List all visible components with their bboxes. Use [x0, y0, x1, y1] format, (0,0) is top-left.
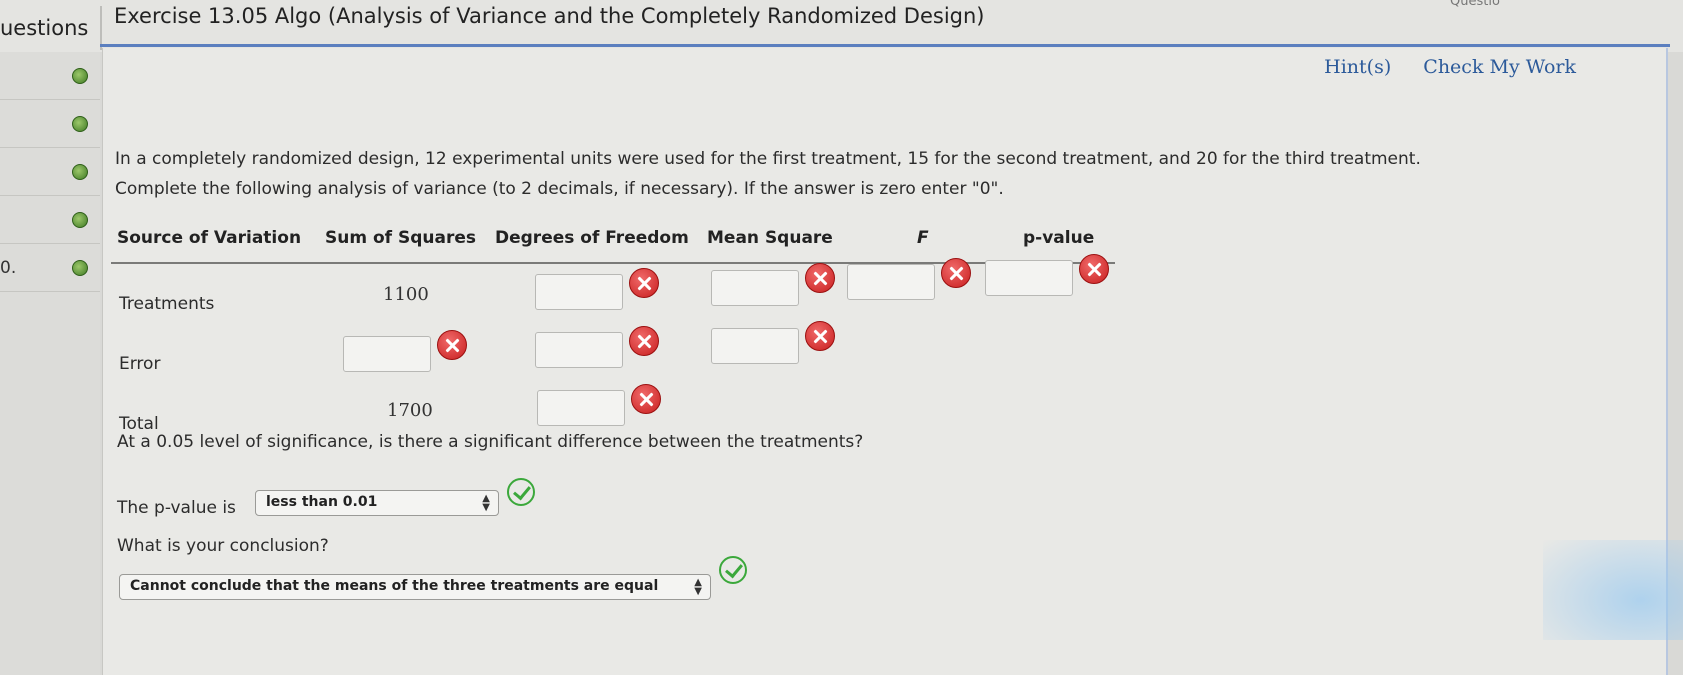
questions-tab[interactable]: uestions	[0, 16, 88, 40]
correct-icon	[719, 556, 747, 584]
complete-status-icon	[72, 260, 88, 276]
error-ms-input[interactable]	[711, 328, 799, 364]
complete-status-icon	[72, 164, 88, 180]
complete-status-icon	[72, 212, 88, 228]
row-label-error: Error	[119, 354, 161, 374]
pvalue-label: The p-value is	[117, 498, 236, 518]
sidebar-item-number: 0.	[0, 258, 17, 278]
exercise-title: Exercise 13.05 Algo (Analysis of Varianc…	[114, 4, 985, 28]
complete-status-icon	[72, 68, 88, 84]
sidebar-item-4[interactable]	[0, 196, 100, 244]
pvalue-select-value: less than 0.01	[266, 494, 378, 510]
treatments-ms-input[interactable]	[711, 270, 799, 306]
total-df-input[interactable]	[537, 390, 625, 426]
screen-glare	[1543, 540, 1683, 640]
pvalue-select[interactable]: less than 0.01 ▲ ▼	[255, 490, 499, 516]
header-f: F	[917, 228, 929, 248]
check-my-work-link[interactable]: Check My Work	[1423, 56, 1576, 78]
treatments-f-input[interactable]	[847, 264, 935, 300]
question-panel: Hint(s) Check My Work In a completely ra…	[102, 48, 1668, 675]
error-df-input[interactable]	[535, 332, 623, 368]
treatments-ss-value: 1100	[383, 284, 429, 305]
sidebar-item-1[interactable]	[0, 52, 100, 100]
incorrect-icon	[631, 384, 661, 414]
treatments-df-input[interactable]	[535, 274, 623, 310]
incorrect-icon	[629, 326, 659, 356]
header-ss: Sum of Squares	[325, 228, 476, 248]
row-label-total: Total	[119, 414, 159, 434]
sidebar-item-5[interactable]: 0.	[0, 244, 100, 292]
sidebar-item-3[interactable]	[0, 148, 100, 196]
incorrect-icon	[805, 321, 835, 351]
select-arrows-icon: ▲ ▼	[482, 493, 490, 513]
header-df: Degrees of Freedom	[495, 228, 689, 248]
header-ms: Mean Square	[707, 228, 833, 248]
question-counter: Questio	[1450, 0, 1500, 9]
header-source: Source of Variation	[117, 228, 302, 248]
select-arrows-icon: ▲ ▼	[694, 577, 702, 597]
instruction-line-2: Complete the following analysis of varia…	[115, 179, 1004, 199]
title-underline	[100, 44, 1670, 47]
total-ss-value: 1700	[387, 400, 433, 421]
question-sidebar: 0.	[0, 52, 100, 675]
incorrect-icon	[437, 330, 467, 360]
conclusion-select-value: Cannot conclude that the means of the th…	[130, 578, 659, 594]
conclusion-select[interactable]: Cannot conclude that the means of the th…	[119, 574, 711, 600]
incorrect-icon	[941, 258, 971, 288]
treatments-pvalue-input[interactable]	[985, 260, 1073, 296]
correct-icon	[507, 478, 535, 506]
row-label-treatments: Treatments	[119, 294, 215, 314]
incorrect-icon	[629, 268, 659, 298]
question-instructions: In a completely randomized design, 12 ex…	[115, 144, 1555, 204]
hints-link[interactable]: Hint(s)	[1324, 56, 1391, 78]
error-ss-input[interactable]	[343, 336, 431, 372]
conclusion-label: What is your conclusion?	[117, 536, 329, 556]
sidebar-item-2[interactable]	[0, 100, 100, 148]
incorrect-icon	[805, 263, 835, 293]
instruction-line-1: In a completely randomized design, 12 ex…	[115, 149, 1421, 169]
header-pvalue: p-value	[1023, 228, 1095, 248]
complete-status-icon	[72, 116, 88, 132]
incorrect-icon	[1079, 254, 1109, 284]
top-bar: uestions Exercise 13.05 Algo (Analysis o…	[0, 0, 1683, 52]
significance-question: At a 0.05 level of significance, is ther…	[117, 432, 864, 452]
help-links: Hint(s) Check My Work	[1298, 56, 1576, 78]
